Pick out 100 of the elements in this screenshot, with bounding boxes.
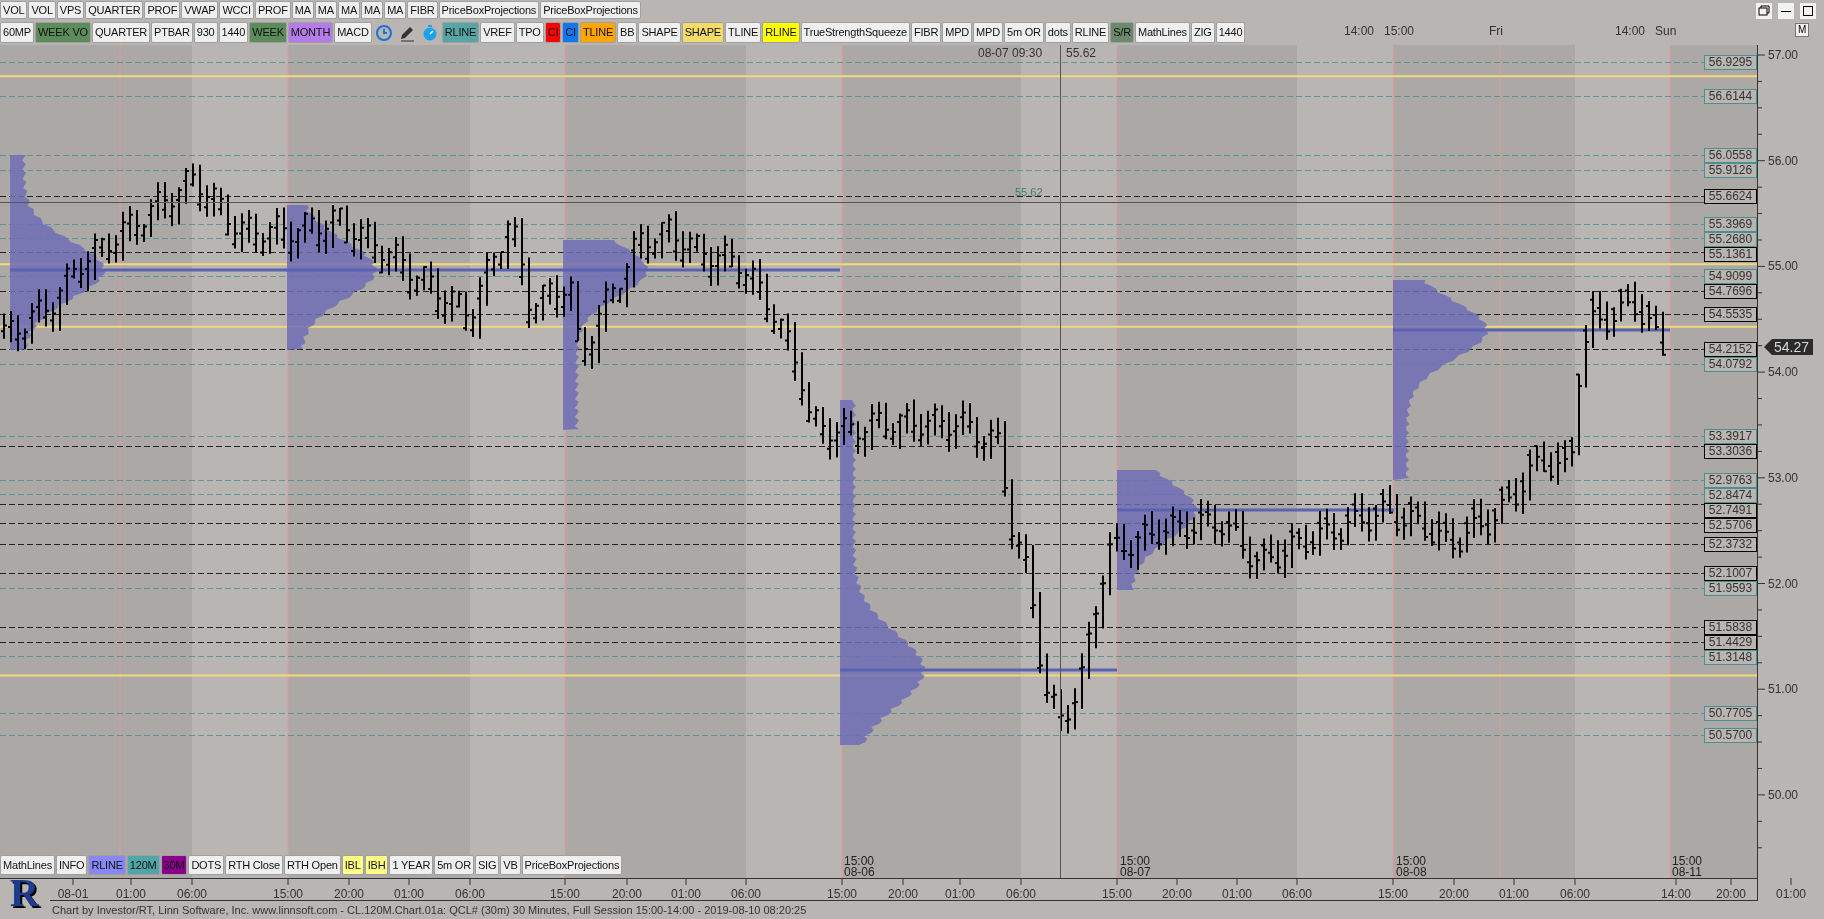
toolbar-button[interactable]: MPD	[942, 22, 973, 43]
toolbar-button[interactable]: RTH Open	[283, 855, 341, 875]
toolbar-button[interactable]: RTH Close	[225, 855, 283, 875]
session-time-label: 15:00	[1672, 856, 1703, 867]
toolbar-button[interactable]: VOL	[28, 1, 56, 19]
time-axis-label: 15:00	[272, 888, 304, 900]
time-axis-label: 20:00	[1161, 888, 1193, 900]
time-axis-label: 01:00	[670, 888, 702, 900]
toolbar-button[interactable]: VPS	[56, 1, 85, 19]
toolbar-button[interactable]: VB	[500, 855, 521, 875]
toolbar-button[interactable]: CI	[562, 22, 579, 43]
toolbar-button[interactable]: PROF	[254, 1, 291, 19]
time-axis-label: 20:00	[1438, 888, 1470, 900]
price-level-label: 51.3148	[1704, 650, 1757, 666]
toolbar-button[interactable]: TPO	[515, 22, 544, 43]
toolbar-button[interactable]: INFO	[55, 855, 88, 875]
crosshair-time-label: 08-07 09:30	[978, 47, 1043, 59]
toolbar-button[interactable]: RLINE	[88, 855, 126, 875]
price-level-label: 50.7705	[1704, 706, 1757, 722]
toolbar-button[interactable]: SIG	[474, 855, 500, 875]
price-level-label: 52.3732	[1704, 537, 1757, 553]
toolbar-button[interactable]: PriceBoxProjections	[540, 1, 641, 19]
price-axis-label: 52.00	[1768, 577, 1799, 590]
toolbar-button[interactable]: MA	[384, 1, 407, 19]
time-axis-label: 06:00	[176, 888, 208, 900]
maximize-icon[interactable]	[1800, 3, 1816, 19]
toolbar-button[interactable]: VREF	[480, 22, 515, 43]
toolbar-button[interactable]: MPD	[973, 22, 1003, 43]
toolbar-button[interactable]: WEEK VO	[34, 22, 91, 43]
toolbar-button[interactable]: ZIG	[1190, 22, 1215, 43]
toolbar-button[interactable]: MA	[361, 1, 384, 19]
toolbar-button[interactable]: TLINE	[579, 22, 617, 43]
toolbar-button[interactable]: WEEK	[249, 22, 287, 43]
time-axis-label: 06:00	[454, 888, 486, 900]
toolbar-button[interactable]: IBH	[364, 855, 389, 875]
toolbar-button[interactable]: SHAPE	[681, 22, 724, 43]
toolbar-button[interactable]: FIBR	[407, 1, 438, 19]
toolbar-button[interactable]: SHAPE	[638, 22, 681, 43]
price-level-label: 51.5838	[1704, 620, 1757, 636]
toolbar-button[interactable]: 5m OR	[434, 855, 474, 875]
toolbar-button[interactable]: 60MP	[0, 22, 34, 43]
toolbar-button[interactable]: PriceBoxProjections	[521, 855, 623, 875]
toolbar-button[interactable]: MathLines	[1134, 22, 1190, 43]
panel-button[interactable]: M	[1795, 23, 1810, 37]
toolbar-button[interactable]: PROF	[144, 1, 181, 19]
time-axis-label: 14:00	[1660, 888, 1692, 900]
price-level-label: 54.2152	[1704, 342, 1757, 358]
price-level-label: 52.7491	[1704, 503, 1757, 519]
toolbar-button[interactable]: MACD	[334, 22, 372, 43]
toolbar-button[interactable]: 1440	[1215, 22, 1246, 43]
toolbar-button[interactable]: RLINE	[762, 22, 800, 43]
toolbar-button[interactable]: MA	[314, 1, 337, 19]
toolbar-button[interactable]: RLINE	[441, 22, 480, 43]
toolbar-button[interactable]: RLINE	[1071, 22, 1110, 43]
time-axis-label: 01:00	[944, 888, 976, 900]
price-axis-label: 57.00	[1768, 49, 1799, 61]
toolbar-button[interactable]: 1440	[218, 22, 249, 43]
toolbar-button[interactable]: MA	[337, 1, 361, 19]
toolbar-button[interactable]: VOL	[0, 1, 28, 19]
price-level-label: 55.3969	[1704, 217, 1757, 233]
toolbar-button[interactable]: CI	[544, 22, 562, 43]
toolbar-button[interactable]: FIBR	[911, 22, 942, 43]
time-axis-label: 06:00	[730, 888, 762, 900]
price-level-label: 52.9763	[1704, 473, 1757, 489]
toolbar-button[interactable]: TLINE	[724, 22, 762, 43]
price-level-label: 53.3917	[1704, 429, 1757, 445]
time-axis-label: 01:00	[1498, 888, 1530, 900]
price-level-label: 56.9295	[1704, 55, 1757, 71]
toolbar-button[interactable]: VWAP	[181, 1, 219, 19]
toolbar-button[interactable]: DOTS	[188, 855, 225, 875]
time-axis-label: 15:00	[549, 888, 581, 900]
price-level-label: 53.3036	[1704, 444, 1757, 460]
toolbar-button[interactable]: 5m OR	[1003, 22, 1044, 43]
session-date-label: 08-08	[1396, 867, 1427, 878]
toolbar-button[interactable]: PTBAR	[151, 22, 193, 43]
minimize-icon[interactable]	[1778, 3, 1794, 19]
toolbar-button[interactable]: QUARTER	[91, 22, 151, 43]
toolbar-button[interactable]: PriceBoxProjections	[438, 1, 540, 19]
toolbar-button[interactable]: IBL	[341, 855, 364, 875]
toolbar-button[interactable]: 120M	[126, 855, 160, 875]
restore-icon[interactable]	[1756, 3, 1772, 19]
price-level-label: 51.4429	[1704, 635, 1757, 651]
time-axis-label: 01:00	[115, 888, 147, 900]
toolbar-button[interactable]: QUARTER	[85, 1, 144, 19]
toolbar-button[interactable]: MathLines	[0, 855, 55, 875]
price-level-label: 55.1361	[1704, 247, 1757, 263]
toolbar-button[interactable]: BB	[617, 22, 638, 43]
crosshair-price-label: 55.62	[1066, 47, 1097, 59]
toolbar-button[interactable]: TrueStrengthSqueeze	[800, 22, 910, 43]
toolbar-button[interactable]: dots	[1044, 22, 1071, 43]
toolbar-button[interactable]: S/R	[1110, 22, 1134, 43]
price-axis-label: 54.00	[1768, 366, 1799, 379]
toolbar-button[interactable]: 930	[193, 22, 218, 43]
session-date-label: 08-06	[844, 867, 875, 878]
toolbar-button[interactable]: MONTH	[287, 22, 334, 43]
time-axis-label: 20:00	[333, 888, 365, 900]
toolbar-button[interactable]: 1 YEAR	[389, 855, 434, 875]
time-axis-label: 01:00	[1775, 888, 1807, 900]
toolbar-button[interactable]: MA	[291, 1, 314, 19]
toolbar-button[interactable]: WCCI	[219, 1, 254, 19]
